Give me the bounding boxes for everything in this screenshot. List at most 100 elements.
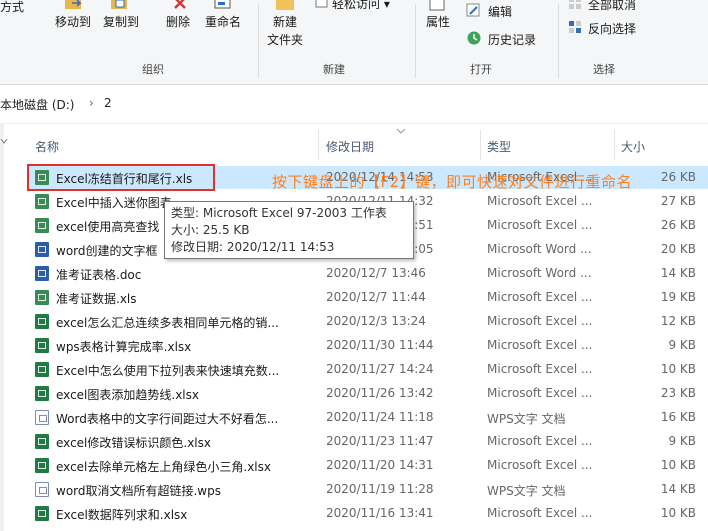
file-size: 10 KB: [660, 362, 696, 376]
file-size: 20 KB: [660, 242, 696, 256]
file-date: 2020/11/23 11:47: [326, 434, 434, 448]
sort-chevron-icon: [396, 128, 406, 134]
address-bar[interactable]: 本地磁盘 (D:) › 2: [0, 85, 708, 124]
file-row[interactable]: 准考证表格.doc 2020/12/7 13:46 Microsoft Word…: [28, 262, 708, 285]
file-date: 2020/12/3 13:24: [326, 314, 426, 328]
file-name[interactable]: excel图表添加趋势线.xlsx: [56, 386, 326, 403]
tooltip-size: 大小: 25.5 KB: [171, 223, 250, 237]
word-file-icon: [35, 266, 49, 281]
copy-to-icon: [111, 0, 127, 9]
file-name[interactable]: wps表格计算完成率.xlsx: [56, 338, 326, 355]
column-divider[interactable]: [614, 130, 615, 160]
move-to-button[interactable]: 移动到: [55, 13, 91, 30]
file-name[interactable]: 准考证表格.doc: [56, 266, 326, 283]
file-row[interactable]: excel修改错误标识颜色.xlsx 2020/11/23 11:47 Micr…: [28, 430, 708, 453]
file-row[interactable]: 准考证数据.xls 2020/12/7 11:44 Microsoft Exce…: [28, 286, 708, 309]
edit-icon: [466, 3, 480, 17]
easy-access-button[interactable]: 轻松访问 ▾: [332, 0, 390, 12]
wps-file-icon: [35, 482, 49, 497]
file-name[interactable]: excel修改错误标识颜色.xlsx: [56, 434, 326, 451]
excel-file-icon: [35, 386, 49, 401]
copy-to-button[interactable]: 复制到: [103, 13, 139, 30]
partial-ribbon-label: 方式: [0, 0, 25, 14]
file-date: 2020/11/16 13:41: [326, 506, 434, 520]
excel-file-icon: [35, 362, 49, 377]
file-size: 14 KB: [660, 266, 696, 280]
file-size: 14 KB: [660, 482, 696, 496]
file-date: 2020/11/24 11:18: [326, 410, 434, 424]
file-type: Microsoft Excel ...: [487, 386, 593, 400]
group-label-open: 打开: [470, 63, 492, 76]
file-name[interactable]: word取消文档所有超链接.wps: [56, 482, 326, 499]
file-size: 27 KB: [660, 194, 696, 208]
delete-button[interactable]: 删除: [166, 13, 190, 30]
file-row[interactable]: excel去除单元格左上角绿色小三角.xlsx 2020/11/20 14:31…: [28, 454, 708, 477]
file-type: Microsoft Excel ...: [487, 314, 593, 328]
rename-icon: [214, 0, 231, 9]
move-to-icon: [65, 0, 82, 9]
group-label-select: 选择: [593, 63, 615, 76]
column-name[interactable]: 名称: [35, 138, 59, 155]
file-name[interactable]: Excel中怎么使用下拉列表来快速填充数...: [56, 362, 326, 379]
excel-file-icon: [35, 218, 49, 233]
file-row[interactable]: wps表格计算完成率.xlsx 2020/11/30 11:44 Microso…: [28, 334, 708, 357]
file-type: Microsoft Word ...: [487, 242, 592, 256]
file-name[interactable]: excel去除单元格左上角绿色小三角.xlsx: [56, 458, 326, 475]
file-name[interactable]: Excel数据阵列求和.xlsx: [56, 506, 326, 523]
excel-file-icon: [35, 506, 49, 521]
file-row[interactable]: excel怎么汇总连续多表相同单元格的销... 2020/12/3 13:24 …: [28, 310, 708, 333]
new-folder-button-line2[interactable]: 文件夹: [267, 31, 303, 48]
file-type: Microsoft Excel ...: [487, 218, 593, 232]
excel-file-icon: [35, 434, 49, 449]
file-row[interactable]: Excel数据阵列求和.xlsx 2020/11/16 13:41 Micros…: [28, 502, 708, 525]
file-row[interactable]: word取消文档所有超链接.wps 2020/11/19 11:28 WPS文字…: [28, 478, 708, 501]
ribbon-separator: [415, 4, 416, 78]
wps-file-icon: [35, 410, 49, 425]
file-size: 16 KB: [660, 410, 696, 424]
navigation-pane-edge: [0, 124, 4, 531]
file-size: 9 KB: [668, 338, 696, 352]
file-name[interactable]: 准考证数据.xls: [56, 290, 326, 307]
column-date[interactable]: 修改日期: [326, 138, 374, 155]
edit-button[interactable]: 编辑: [488, 3, 512, 20]
file-name[interactable]: excel怎么汇总连续多表相同单元格的销...: [56, 314, 326, 331]
file-type: Microsoft Excel ...: [487, 338, 593, 352]
rename-button[interactable]: 重命名: [205, 13, 241, 30]
group-label-new: 新建: [323, 63, 345, 76]
tooltip-modified: 修改日期: 2020/12/11 14:53: [171, 240, 335, 254]
breadcrumb-drive[interactable]: 本地磁盘 (D:): [0, 96, 74, 113]
excel-file-icon: [35, 314, 49, 329]
invert-selection-button[interactable]: 反向选择: [588, 20, 636, 37]
select-none-button[interactable]: 全部取消: [588, 0, 636, 13]
highlight-box: [27, 164, 215, 191]
file-row[interactable]: excel图表添加趋势线.xlsx 2020/11/26 13:42 Micro…: [28, 382, 708, 405]
file-date: 2020/12/7 11:44: [326, 290, 426, 304]
tooltip-type: 类型: Microsoft Excel 97-2003 工作表: [171, 206, 387, 220]
file-size: 10 KB: [660, 506, 696, 520]
excel-file-icon: [35, 290, 49, 305]
file-row[interactable]: Excel中怎么使用下拉列表来快速填充数... 2020/11/27 14:24…: [28, 358, 708, 381]
file-date: 2020/11/30 11:44: [326, 338, 434, 352]
column-size[interactable]: 大小: [621, 138, 645, 155]
properties-button[interactable]: 属性: [426, 13, 450, 30]
new-folder-button-line1[interactable]: 新建: [273, 13, 297, 30]
history-button[interactable]: 历史记录: [488, 31, 536, 48]
breadcrumb-separator[interactable]: ›: [89, 96, 94, 110]
file-type: WPS文字 文档: [487, 484, 566, 498]
breadcrumb-folder[interactable]: 2: [104, 96, 112, 110]
excel-file-icon: [35, 194, 49, 209]
column-divider[interactable]: [480, 130, 481, 160]
column-divider[interactable]: [318, 130, 319, 160]
file-name[interactable]: Word表格中的文字行间距过大不好看怎...: [56, 410, 326, 427]
excel-file-icon: [35, 338, 49, 353]
file-row[interactable]: Word表格中的文字行间距过大不好看怎... 2020/11/24 11:18 …: [28, 406, 708, 429]
file-type: Microsoft Excel ...: [487, 434, 593, 448]
tutorial-annotation: 按下键盘上的【F2】键，即可快速对文件进行重命名: [272, 173, 633, 191]
file-type: Microsoft Excel ...: [487, 362, 593, 376]
file-type: Microsoft Excel ...: [487, 290, 593, 304]
new-folder-icon: [276, 0, 294, 10]
file-date: 2020/11/27 14:24: [326, 362, 434, 376]
column-type[interactable]: 类型: [487, 138, 511, 155]
group-label-organize: 组织: [142, 63, 164, 76]
ribbon-separator: [558, 4, 559, 78]
